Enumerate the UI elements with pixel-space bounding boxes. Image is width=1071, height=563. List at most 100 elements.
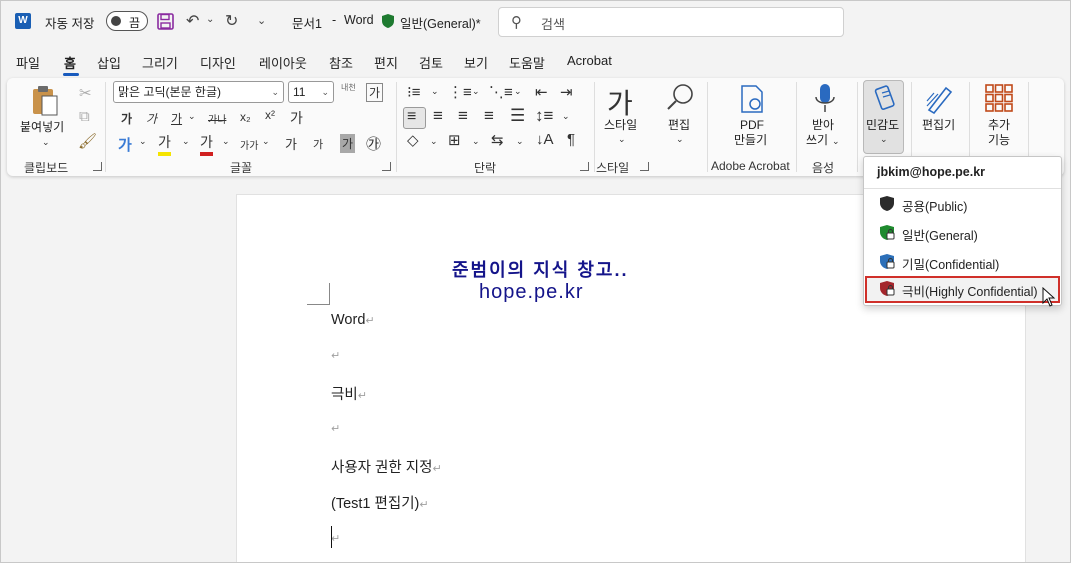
show-marks-icon[interactable]: ¶ [567, 131, 575, 148]
redo-icon[interactable]: ↻ [225, 11, 238, 31]
document-line[interactable]: 사용자 권한 지정↵ [331, 456, 442, 477]
superscript-button[interactable]: x² [265, 108, 275, 122]
tab-layout[interactable]: 레이아웃 [259, 53, 307, 72]
change-case-button[interactable]: 가가 [240, 137, 258, 152]
tab-draw[interactable]: 그리기 [142, 53, 178, 72]
distributed-icon[interactable]: ☰ [510, 106, 525, 126]
font-size-select[interactable]: 11 ⌄ [288, 81, 334, 103]
tab-view[interactable]: 보기 [464, 53, 488, 72]
cut-icon[interactable]: ✂ [79, 84, 92, 102]
editing-search-icon[interactable] [665, 82, 695, 115]
numbering-icon[interactable]: ⋮≡ [448, 83, 472, 101]
bold-button[interactable]: 가 [121, 110, 132, 127]
search-box[interactable]: ⚲ 검색 [498, 7, 844, 37]
tab-help[interactable]: 도움말 [509, 53, 545, 72]
multilevel-list-icon[interactable]: ⋱≡ [489, 83, 513, 101]
paste-dropdown-icon[interactable]: ⌄ [42, 137, 50, 148]
tab-acrobat[interactable]: Acrobat [567, 53, 612, 68]
sensitivity-button[interactable]: 민감도 ⌄ [863, 80, 904, 154]
clipboard-launcher-icon[interactable] [93, 162, 102, 171]
align-center-icon[interactable]: ≡ [433, 106, 443, 126]
change-case-dropdown-icon[interactable]: ⌄ [262, 136, 270, 147]
clear-formatting-button[interactable]: 가 [290, 108, 303, 128]
justify-icon[interactable]: ≡ [484, 106, 494, 126]
tab-file[interactable]: 파일 [16, 53, 40, 72]
sensitivity-status[interactable]: 일반(General)* [400, 13, 481, 32]
autosave-toggle[interactable]: 끔 [106, 11, 148, 31]
line-spacing-dropdown-icon[interactable]: ⌄ [562, 111, 570, 122]
subscript-button[interactable]: x₂ [240, 110, 251, 124]
dictate-dropdown-icon[interactable]: ⌄ [832, 136, 840, 147]
highlight-dropdown-icon[interactable]: ⌄ [182, 136, 190, 147]
undo-icon[interactable]: ↶ [186, 11, 199, 31]
shrink-font-button[interactable]: 가 [313, 136, 323, 152]
label-highly-confidential-item[interactable]: 극비(Highly Confidential) [865, 276, 1060, 303]
shield-icon[interactable] [381, 13, 395, 32]
tab-review[interactable]: 검토 [419, 53, 443, 72]
numbering-dropdown-icon[interactable]: ⌄ [472, 86, 480, 97]
font-color-button[interactable]: 가 [200, 132, 213, 156]
pdf-label[interactable]: PDF [740, 118, 764, 133]
bullets-icon[interactable]: ⁝≡ [407, 83, 421, 101]
create-pdf-button[interactable]: 만들기 [734, 133, 767, 148]
paragraph-launcher-icon[interactable] [580, 162, 589, 171]
label-general-item[interactable]: 일반(General) [865, 220, 1060, 244]
document-line[interactable]: ↵ [331, 530, 340, 546]
save-icon[interactable] [157, 13, 174, 33]
copy-icon[interactable]: ⧉ [79, 108, 90, 125]
document-line[interactable]: Word↵ [331, 312, 375, 328]
sort-icon[interactable]: ↓A [536, 131, 554, 148]
editor-icon[interactable] [924, 84, 954, 117]
tab-mailings[interactable]: 편지 [374, 53, 398, 72]
text-direction-dropdown-icon[interactable]: ⌄ [516, 136, 524, 147]
text-effects-button[interactable]: 가 [118, 134, 132, 155]
styles-dropdown-icon[interactable]: ⌄ [618, 134, 626, 145]
italic-button[interactable]: 가 [146, 110, 157, 127]
shading-dropdown-icon[interactable]: ⌄ [430, 136, 438, 147]
addins-label[interactable]: 추가 [988, 118, 1010, 133]
editing-dropdown-icon[interactable]: ⌄ [676, 134, 684, 145]
document-line[interactable]: ↵ [331, 420, 340, 436]
styles-launcher-icon[interactable] [640, 162, 649, 171]
addins-icon[interactable] [985, 84, 1013, 115]
document-line[interactable]: (Test1 편집기)↵ [331, 492, 429, 513]
increase-indent-icon[interactable]: ⇥ [560, 83, 573, 101]
font-launcher-icon[interactable] [382, 162, 391, 171]
text-effects-dropdown-icon[interactable]: ⌄ [139, 136, 147, 147]
paste-icon[interactable] [30, 85, 60, 120]
char-border-button[interactable]: 가 [366, 83, 384, 102]
underline-button[interactable]: 가 [171, 110, 182, 127]
tab-home[interactable]: 홈 [64, 53, 76, 72]
enclose-char-button[interactable]: ㉮ [366, 133, 381, 154]
borders-dropdown-icon[interactable]: ⌄ [472, 136, 480, 147]
paste-button[interactable]: 붙여넣기 [20, 120, 64, 135]
document-line[interactable]: 극비↵ [331, 383, 367, 404]
label-confidential-item[interactable]: 기밀(Confidential) [865, 249, 1060, 273]
text-direction-icon[interactable]: ⇆ [491, 131, 504, 149]
editor-button[interactable]: 편집기 [922, 118, 955, 133]
align-right-icon[interactable]: ≡ [458, 106, 468, 126]
dictate-label[interactable]: 받아 [812, 118, 834, 133]
addins-button[interactable]: 기능 [988, 133, 1010, 148]
borders-icon[interactable]: ⊞ [448, 131, 461, 149]
tab-references[interactable]: 참조 [329, 53, 353, 72]
document-line[interactable]: ↵ [331, 347, 340, 363]
char-shading-button[interactable]: 가 [340, 134, 356, 153]
underline-dropdown-icon[interactable]: ⌄ [188, 111, 196, 122]
multilevel-dropdown-icon[interactable]: ⌄ [514, 86, 522, 97]
align-left-button[interactable]: ≡ [403, 107, 426, 129]
grow-font-button[interactable]: 가 [285, 134, 297, 153]
highlight-button[interactable]: 가 [158, 132, 171, 156]
shading-icon[interactable]: ◇ [407, 131, 419, 149]
editing-button[interactable]: 편집 [668, 118, 690, 133]
dictate-button[interactable]: 쓰기 [806, 133, 828, 148]
font-color-dropdown-icon[interactable]: ⌄ [222, 136, 230, 147]
styles-button[interactable]: 스타일 [604, 118, 637, 133]
decrease-indent-icon[interactable]: ⇤ [535, 83, 548, 101]
format-painter-icon[interactable]: 🖌 [78, 132, 97, 150]
tab-design[interactable]: 디자인 [200, 53, 236, 72]
pdf-icon[interactable] [738, 84, 766, 117]
undo-dropdown-icon[interactable]: ⌄ [206, 14, 214, 25]
phonetic-guide-button[interactable]: 내천 [341, 82, 356, 93]
microphone-icon[interactable] [814, 83, 836, 118]
